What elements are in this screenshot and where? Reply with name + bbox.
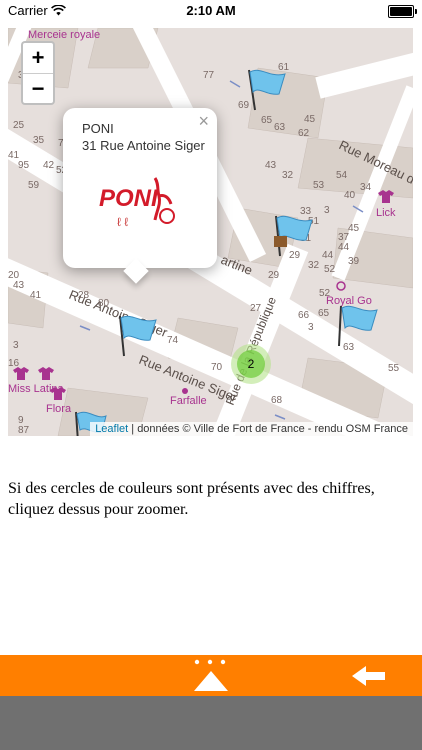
- house-number: 45: [348, 223, 360, 234]
- house-number: 28: [78, 290, 90, 301]
- back-arrow-button[interactable]: [352, 666, 386, 686]
- shop-label: Lick: [376, 207, 396, 219]
- house-number: 74: [167, 335, 179, 346]
- marker-popup: × PONI 31 Rue Antoine Siger PONI ℓ ℓ: [63, 108, 217, 284]
- clothing-icon: [38, 367, 54, 380]
- house-number: 35: [33, 135, 45, 146]
- house-number: 32: [308, 260, 320, 271]
- house-number: 29: [289, 250, 301, 261]
- house-number: 43: [265, 160, 277, 171]
- house-number: 80: [98, 298, 110, 309]
- house-number: 44: [322, 250, 334, 261]
- logo-text: PONI: [99, 185, 159, 212]
- bottom-bar: [0, 696, 422, 750]
- house-number: 52: [324, 264, 336, 275]
- house-number: 68: [271, 395, 283, 406]
- house-number: 39: [348, 256, 360, 267]
- house-number: 66: [298, 310, 310, 321]
- house-number: 61: [278, 62, 290, 73]
- clothing-icon: [13, 367, 29, 380]
- svg-text:ℓ ℓ: ℓ ℓ: [117, 215, 128, 229]
- house-number: 63: [274, 122, 286, 133]
- house-number: 87: [18, 425, 30, 436]
- house-number: 34: [360, 182, 372, 193]
- poni-logo: PONI ℓ ℓ: [99, 177, 175, 229]
- house-number: 33: [300, 206, 312, 217]
- map-attribution: Leaflet | données © Ville de Fort de Fra…: [90, 422, 413, 436]
- house-number: 70: [211, 362, 223, 373]
- house-number: 29: [268, 270, 280, 281]
- popup-place-name: PONI: [82, 121, 114, 136]
- status-bar: Carrier 2:10 AM: [0, 0, 422, 22]
- shop-label: Royal Go: [326, 295, 372, 307]
- house-number: 40: [344, 190, 356, 201]
- popup-close-button[interactable]: ×: [198, 111, 209, 132]
- leaflet-link[interactable]: Leaflet: [95, 423, 128, 435]
- menu-dots-icon[interactable]: [191, 657, 231, 667]
- flag-marker: [119, 315, 157, 357]
- map-view[interactable]: Rue Antoine Siger Rue Antoine Siger Rue …: [8, 28, 413, 436]
- house-number: 63: [343, 342, 355, 353]
- house-number: 3: [324, 205, 330, 216]
- bag-icon: [274, 236, 287, 247]
- clock-time: 2:10 AM: [186, 3, 236, 18]
- attribution-text: | données © Ville de Fort de France - re…: [128, 423, 408, 435]
- scroll-up-button[interactable]: [193, 670, 229, 692]
- house-number: 69: [238, 100, 250, 111]
- battery-icon: [388, 5, 417, 18]
- house-number: 42: [43, 160, 55, 171]
- house-number: 55: [388, 363, 400, 374]
- zoom-control: + −: [21, 41, 55, 105]
- zoom-out-button[interactable]: −: [23, 74, 53, 103]
- cluster-count: 2: [237, 350, 265, 378]
- house-number: 77: [203, 70, 215, 81]
- house-number: 45: [304, 114, 316, 125]
- shop-label: Merceie royale: [28, 29, 100, 41]
- house-number: 3: [13, 340, 19, 351]
- ring-icon: [336, 281, 346, 291]
- house-number: 37: [338, 232, 350, 243]
- house-number: 65: [261, 115, 273, 126]
- zoom-hint-text: Si des cercles de couleurs sont présents…: [8, 480, 375, 518]
- shop-label: Farfalle: [170, 395, 207, 407]
- house-number: 53: [313, 180, 325, 191]
- bottom-toolbar: [0, 655, 422, 696]
- house-number: 44: [338, 242, 350, 253]
- house-number: 43: [13, 280, 25, 291]
- restaurant-icon: [182, 388, 188, 394]
- house-number: 59: [28, 180, 40, 191]
- house-number: 65: [318, 308, 330, 319]
- marker-cluster[interactable]: 2: [231, 344, 271, 384]
- house-number: 41: [30, 290, 42, 301]
- house-number: 27: [250, 303, 262, 314]
- house-number: 32: [282, 170, 294, 181]
- popup-address: 31 Rue Antoine Siger: [82, 138, 205, 153]
- shop-label: Flora: [46, 403, 72, 415]
- house-number: 62: [298, 128, 310, 139]
- zoom-in-button[interactable]: +: [23, 43, 53, 74]
- house-number: 54: [336, 170, 348, 181]
- house-number: 95: [18, 160, 30, 171]
- house-number: 25: [13, 120, 25, 131]
- house-number: 3: [308, 322, 314, 333]
